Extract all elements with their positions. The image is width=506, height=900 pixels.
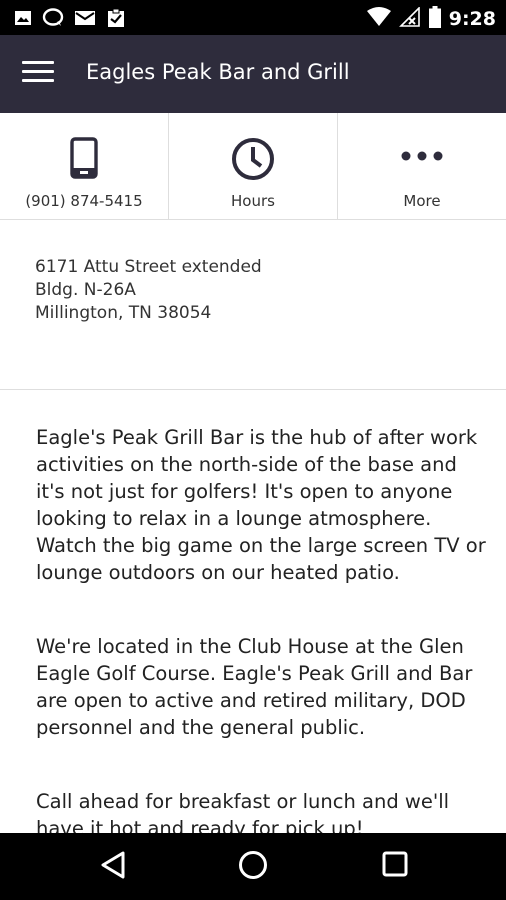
- chat-icon: [42, 8, 64, 32]
- call-button[interactable]: (901) 874-5415: [0, 113, 169, 219]
- address-line-1: 6171 Attu Street extended: [35, 257, 262, 277]
- status-bar: 9:28: [0, 0, 506, 35]
- address: 6171 Attu Street extended Bldg. N-26A Mi…: [35, 256, 262, 325]
- clock-icon: [231, 137, 275, 185]
- app-bar: Eagles Peak Bar and Grill: [0, 35, 506, 113]
- battery-icon: [428, 6, 441, 32]
- status-bar-notifications: [14, 8, 126, 32]
- recents-icon[interactable]: [381, 850, 409, 882]
- address-line-3: Millington, TN 38054: [35, 303, 212, 323]
- address-line-2: Bldg. N-26A: [35, 280, 136, 300]
- phone-number-label: (901) 874-5415: [25, 192, 143, 210]
- no-signal-icon: [398, 6, 421, 31]
- wifi-icon: [366, 7, 391, 31]
- description-paragraph-2: We're located in the Club House at the G…: [36, 635, 473, 739]
- phone-icon: [70, 137, 98, 183]
- more-dots-icon: [400, 147, 444, 166]
- divider: [0, 389, 506, 390]
- more-label: More: [403, 192, 441, 210]
- more-button[interactable]: More: [338, 113, 506, 219]
- clipboard-check-icon: [106, 8, 126, 32]
- back-icon[interactable]: [100, 850, 126, 884]
- home-icon[interactable]: [238, 850, 268, 884]
- description-paragraph-1: Eagle's Peak Grill Bar is the hub of aft…: [36, 426, 486, 584]
- navigation-bar: [0, 833, 506, 900]
- clock-time: 9:28: [448, 8, 496, 30]
- hours-button[interactable]: Hours: [169, 113, 338, 219]
- hours-label: Hours: [231, 192, 275, 210]
- action-row: (901) 874-5415 Hours More: [0, 113, 506, 220]
- app-title: Eagles Peak Bar and Grill: [86, 60, 350, 84]
- hamburger-menu-icon[interactable]: [22, 61, 56, 87]
- status-bar-system: 9:28: [366, 6, 496, 32]
- image-icon: [14, 9, 32, 31]
- mail-icon: [74, 9, 96, 31]
